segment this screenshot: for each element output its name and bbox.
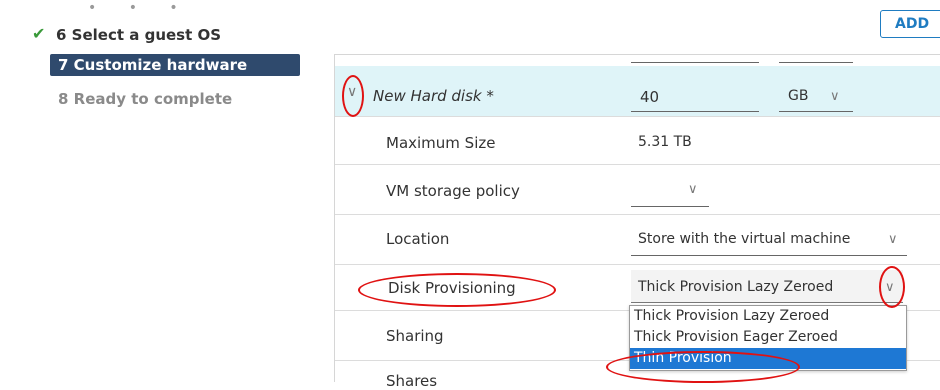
annotation-ellipse-thin-provision bbox=[606, 351, 800, 383]
row-divider bbox=[335, 264, 940, 265]
chevron-down-icon[interactable]: ∨ bbox=[888, 232, 898, 247]
disk-provisioning-value: Thick Provision Lazy Zeroed bbox=[638, 279, 834, 295]
row-divider bbox=[335, 116, 940, 117]
disk-size-input[interactable]: 40 bbox=[640, 88, 659, 106]
location-underline bbox=[631, 254, 907, 256]
prev-unit-underline bbox=[779, 61, 853, 63]
location-select[interactable]: Store with the virtual machine bbox=[638, 231, 850, 247]
sharing-label: Sharing bbox=[386, 327, 444, 345]
disk-unit-underline bbox=[779, 110, 853, 112]
chevron-down-icon[interactable]: ∨ bbox=[830, 89, 840, 104]
annotation-ellipse-dropdown bbox=[879, 266, 905, 308]
vm-storage-policy-label: VM storage policy bbox=[386, 182, 520, 200]
check-icon: ✔ bbox=[32, 24, 46, 43]
max-size-value: 5.31 TB bbox=[638, 134, 692, 150]
shares-label: Shares bbox=[386, 372, 438, 390]
row-divider bbox=[335, 214, 940, 215]
prev-field-underline bbox=[631, 61, 759, 63]
hard-disk-label: New Hard disk * bbox=[373, 87, 494, 105]
wizard-step-7-active[interactable]: 7 Customize hardware bbox=[50, 54, 300, 76]
option-thick-eager[interactable]: Thick Provision Eager Zeroed bbox=[630, 327, 906, 348]
wizard-step-6[interactable]: 6 Select a guest OS bbox=[56, 26, 221, 44]
disk-size-underline bbox=[631, 110, 759, 112]
option-thick-lazy[interactable]: Thick Provision Lazy Zeroed bbox=[630, 306, 906, 327]
max-size-label: Maximum Size bbox=[386, 134, 496, 152]
add-button[interactable]: ADD bbox=[880, 10, 940, 38]
disk-unit-select[interactable]: GB bbox=[788, 88, 808, 104]
chevron-down-icon[interactable]: ∨ bbox=[688, 182, 698, 197]
location-label: Location bbox=[386, 230, 450, 248]
annotation-ellipse-disk-provisioning bbox=[358, 273, 556, 307]
step-dots: • • • bbox=[88, 0, 192, 16]
annotation-ellipse-expand bbox=[342, 75, 364, 117]
storage-policy-select[interactable] bbox=[631, 205, 709, 207]
wizard-step-8[interactable]: 8 Ready to complete bbox=[58, 90, 232, 108]
row-divider bbox=[335, 164, 940, 165]
